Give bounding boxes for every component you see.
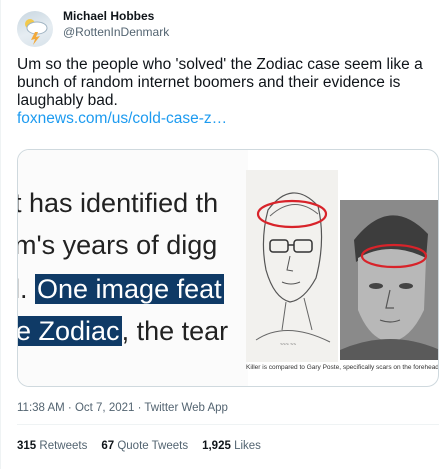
weather-storm-icon: [25, 19, 48, 45]
police-sketch: ~~~ ~~: [246, 170, 338, 362]
engagement-stats: 315 Retweets 67 Quote Tweets 1,925 Likes: [17, 440, 261, 452]
article-highlight-1: One image feat: [35, 274, 224, 304]
avatar[interactable]: [17, 11, 53, 47]
author-display-name[interactable]: Michael Hobbes: [63, 9, 169, 24]
article-line-3-prefix: l.: [18, 274, 28, 304]
divider: [17, 424, 439, 425]
retweets-count: 315: [17, 440, 37, 452]
tweet-text: Um so the people who 'solved' the Zodiac…: [17, 56, 423, 109]
article-line-4-rest: , the tear: [121, 316, 229, 346]
likes-label: Likes: [234, 440, 261, 452]
article-line-3: l. One image feat: [18, 272, 224, 306]
tweet-media-image[interactable]: t has identified th m's years of digg l.…: [17, 149, 439, 387]
author-handle[interactable]: @RottenInDenmark: [63, 25, 169, 40]
tweet-card: Michael Hobbes @RottenInDenmark Um so th…: [0, 0, 446, 469]
tweet-link[interactable]: foxnews.com/us/cold-case-z…: [17, 110, 437, 128]
article-highlight-2: e Zodiac: [18, 316, 122, 346]
tweet-body: Um so the people who 'solved' the Zodiac…: [17, 56, 437, 128]
article-line-4: e Zodiac, the tear: [18, 314, 228, 348]
svg-text:~~~ ~~: ~~~ ~~: [280, 342, 296, 348]
retweets-stat[interactable]: 315 Retweets: [17, 440, 87, 452]
likes-stat[interactable]: 1,925 Likes: [202, 440, 261, 452]
retweets-label: Retweets: [39, 440, 88, 452]
quote-tweets-stat[interactable]: 67 Quote Tweets: [101, 440, 188, 452]
article-line-1: t has identified th: [18, 188, 219, 218]
suspect-photo: [340, 200, 438, 360]
image-caption: Killer is compared to Gary Poste, specif…: [246, 364, 439, 371]
author-names: Michael Hobbes @RottenInDenmark: [63, 9, 169, 40]
tweet-header: Michael Hobbes @RottenInDenmark: [17, 9, 169, 49]
quote-tweets-count: 67: [101, 440, 115, 452]
article-line-2: m's years of digg: [18, 230, 218, 260]
tweet-timestamp[interactable]: 11:38 AM · Oct 7, 2021 · Twitter Web App: [17, 402, 228, 414]
quote-tweets-label: Quote Tweets: [117, 440, 189, 452]
likes-count: 1,925: [202, 440, 231, 452]
article-text-crop: t has identified th m's years of digg l.…: [18, 150, 248, 386]
